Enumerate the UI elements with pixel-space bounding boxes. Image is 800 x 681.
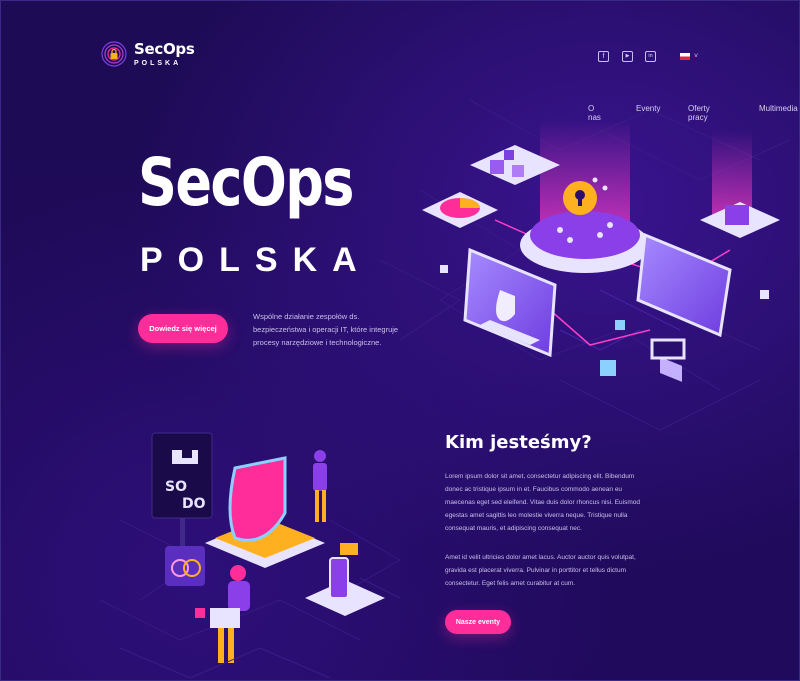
logo-subtitle: POLSKA <box>134 59 182 67</box>
monitor-right <box>636 232 732 338</box>
hero-subtitle: POLSKA <box>140 241 372 279</box>
about-illustration: SO DO <box>119 432 401 678</box>
facebook-icon[interactable]: f <box>598 51 609 62</box>
sign-text-bottom: DO <box>182 496 206 512</box>
youtube-icon[interactable]: ▶ <box>622 51 633 62</box>
hero-illustration <box>422 120 780 382</box>
about-title: Kim jesteśmy? <box>445 432 592 453</box>
language-selector[interactable]: ˅ <box>680 53 698 60</box>
learn-more-button[interactable]: Dowiedz się więcej <box>138 314 228 343</box>
brand-logo[interactable]: SecOps POLSKA <box>100 40 195 68</box>
hero-title: SecOps <box>138 144 355 221</box>
fingerprint-lock-icon <box>101 41 127 67</box>
person-standing <box>314 450 326 462</box>
linkedin-icon[interactable]: in <box>645 51 656 62</box>
our-events-button[interactable]: Nasze eventy <box>445 610 511 634</box>
person-sitting <box>230 565 246 581</box>
about-paragraph-2: Amet id velit ultricies dolor amet lacus… <box>445 554 636 587</box>
about-paragraph-1: Lorem ipsum dolor sit amet, consectetur … <box>445 473 640 532</box>
pl-flag-icon <box>680 53 690 60</box>
chevron-down-icon: ˅ <box>694 53 699 60</box>
sign-text-top: SO <box>165 479 187 495</box>
hero-description: Wspólne działanie zespołów ds. bezpiecze… <box>253 312 399 347</box>
logo-name: SecOps <box>134 39 195 58</box>
